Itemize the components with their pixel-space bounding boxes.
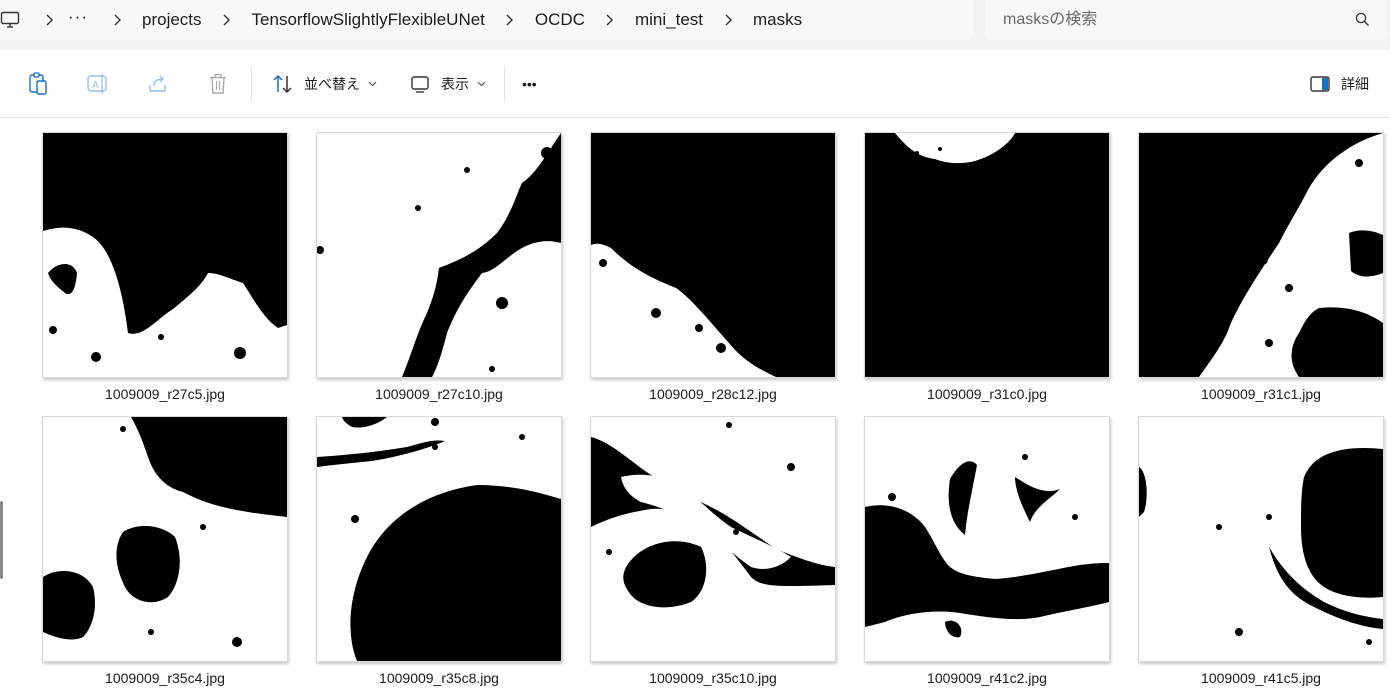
details-label: 詳細 [1341,75,1369,92]
file-thumbnail [864,132,1110,378]
view-icon [405,69,435,99]
file-item[interactable]: 1009009_r31c1.jpg [1138,132,1384,402]
chevron-right-icon[interactable] [208,14,246,26]
more-options-icon: ••• [522,75,537,92]
chevron-right-icon[interactable] [709,14,747,26]
view-label: 表示 [441,75,469,92]
file-name: 1009009_r27c10.jpg [375,386,503,402]
file-name: 1009009_r35c4.jpg [105,670,225,686]
mask-image [865,417,1109,661]
chevron-down-icon [368,81,377,87]
file-thumbnail [1138,132,1384,378]
file-name: 1009009_r35c8.jpg [379,670,499,686]
chevron-right-icon[interactable] [30,14,68,26]
breadcrumb: ··· projects TensorflowSlightlyFlexibleU… [0,0,973,40]
chevron-right-icon[interactable] [98,14,136,26]
file-name: 1009009_r41c2.jpg [927,670,1047,686]
file-name: 1009009_r27c5.jpg [105,386,225,402]
breadcrumb-overflow-button[interactable]: ··· [68,0,98,37]
mask-image [317,417,561,661]
file-thumbnail [42,132,288,378]
file-thumbnail [1138,416,1384,662]
search-icon[interactable] [1355,12,1370,32]
file-grid: 1009009_r27c5.jpg 1009009_r27c10.jpg 100 [0,118,1390,692]
delete-button[interactable] [203,50,233,117]
file-item[interactable]: 1009009_r28c12.jpg [590,132,836,402]
mask-image [591,417,835,661]
file-name: 1009009_r31c0.jpg [927,386,1047,402]
navigation-pane-scrollbar[interactable] [0,501,3,579]
mask-image [43,417,287,661]
file-item[interactable]: 1009009_r27c10.jpg [316,132,562,402]
rename-button[interactable]: A [83,50,113,117]
sort-button[interactable]: 並べ替え [268,50,377,117]
chevron-right-icon[interactable] [591,14,629,26]
search-input[interactable] [1001,10,1335,30]
command-bar: A 並べ替え 表示 ••• 詳細 [0,50,1390,118]
mask-image [1139,417,1383,661]
file-name: 1009009_r41c5.jpg [1201,670,1321,686]
toolbar-divider [504,66,505,102]
share-button[interactable] [143,50,173,117]
chevron-down-icon [477,81,486,87]
file-item[interactable]: 1009009_r35c10.jpg [590,416,836,686]
mask-image [1139,133,1383,377]
share-icon [143,69,173,99]
more-options-button[interactable]: ••• [522,50,537,117]
file-item[interactable]: 1009009_r27c5.jpg [42,132,288,402]
file-name: 1009009_r35c10.jpg [649,670,777,686]
file-item[interactable]: 1009009_r35c4.jpg [42,416,288,686]
file-name: 1009009_r31c1.jpg [1201,386,1321,402]
file-thumbnail [316,132,562,378]
chevron-right-icon[interactable] [491,14,529,26]
details-pane-button[interactable]: 詳細 [1305,50,1369,117]
breadcrumb-item-masks[interactable]: masks [747,0,808,40]
mask-image [43,133,287,377]
file-name: 1009009_r28c12.jpg [649,386,777,402]
paste-button[interactable] [23,50,53,117]
file-item[interactable]: 1009009_r35c8.jpg [316,416,562,686]
details-pane-icon [1305,69,1335,99]
svg-text:A: A [92,80,99,91]
sort-label: 並べ替え [304,75,360,92]
file-item[interactable]: 1009009_r41c2.jpg [864,416,1110,686]
trash-icon [203,69,233,99]
file-thumbnail [316,416,562,662]
breadcrumb-item-mini-test[interactable]: mini_test [629,0,709,40]
search-box [985,0,1386,40]
mask-image [591,133,835,377]
breadcrumb-item-ocdc[interactable]: OCDC [529,0,591,40]
clipboard-icon [23,69,53,99]
mask-image [865,133,1109,377]
file-item[interactable]: 1009009_r31c0.jpg [864,132,1110,402]
breadcrumb-item-projects[interactable]: projects [136,0,208,40]
sort-icon [268,69,298,99]
file-thumbnail [864,416,1110,662]
file-thumbnail [42,416,288,662]
view-button[interactable]: 表示 [405,50,486,117]
file-item[interactable]: 1009009_r41c5.jpg [1138,416,1384,686]
file-thumbnail [590,416,836,662]
address-bar-region: ··· projects TensorflowSlightlyFlexibleU… [0,0,1390,50]
breadcrumb-item-unet[interactable]: TensorflowSlightlyFlexibleUNet [246,0,491,40]
rename-icon: A [83,69,113,99]
this-pc-icon[interactable] [0,0,30,40]
toolbar-divider [251,66,252,102]
file-thumbnail [590,132,836,378]
mask-image [317,133,561,377]
